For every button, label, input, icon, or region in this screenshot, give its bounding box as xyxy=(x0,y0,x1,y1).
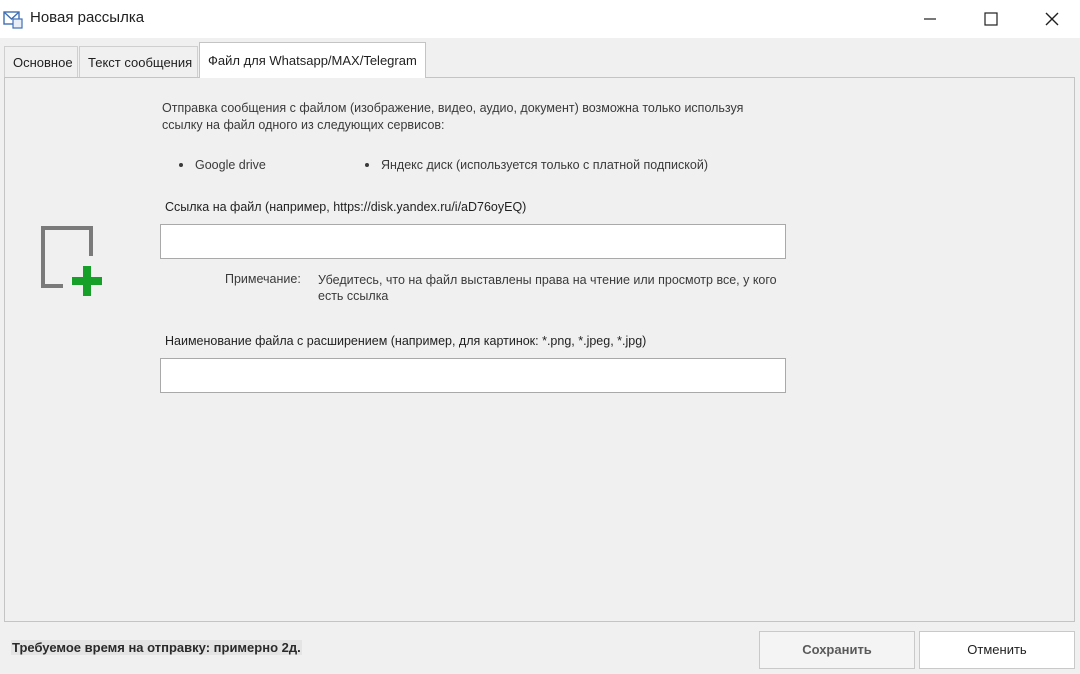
tab-strip: Основное Текст сообщения Файл для Whatsa… xyxy=(0,38,1080,78)
maximize-icon xyxy=(984,12,998,26)
minimize-icon xyxy=(924,18,936,20)
cancel-button[interactable]: Отменить xyxy=(919,631,1075,669)
service-item-yandex-disk: Яндекс диск (используется только с платн… xyxy=(365,158,708,172)
close-icon xyxy=(1045,12,1059,26)
tab-message-text[interactable]: Текст сообщения xyxy=(79,46,198,77)
tab-file-messengers[interactable]: Файл для Whatsapp/MAX/Telegram xyxy=(199,42,426,78)
file-link-label: Ссылка на файл (например, https://disk.y… xyxy=(165,200,527,214)
note-text: Убедитесь, что на файл выставлены права … xyxy=(318,273,777,303)
mail-app-icon xyxy=(3,11,23,29)
service-label: Google drive xyxy=(195,158,266,172)
tab-main[interactable]: Основное xyxy=(4,46,78,77)
file-link-input[interactable] xyxy=(160,224,786,259)
add-file-icon xyxy=(41,226,102,296)
close-button[interactable] xyxy=(1029,0,1075,38)
title-bar: Новая рассылка xyxy=(0,0,1080,38)
window-title: Новая рассылка xyxy=(30,9,145,26)
minimize-button[interactable] xyxy=(907,0,953,38)
bullet-dot xyxy=(365,162,369,167)
bullet-dot xyxy=(179,162,183,167)
note-label: Примечание: xyxy=(225,272,301,286)
service-item-google-drive: Google drive xyxy=(179,158,266,172)
send-time-status: Требуемое время на отправку: примерно 2д… xyxy=(11,640,302,655)
maximize-button[interactable] xyxy=(968,0,1014,38)
file-name-input[interactable] xyxy=(160,358,786,393)
info-text: Отправка сообщения с файлом (изображение… xyxy=(162,101,744,132)
file-name-label: Наименование файла с расширением (наприм… xyxy=(165,334,647,348)
save-button[interactable]: Сохранить xyxy=(759,631,915,669)
service-label: Яндекс диск (используется только с платн… xyxy=(381,158,708,172)
tab-panel-file: Отправка сообщения с файлом (изображение… xyxy=(4,77,1075,622)
